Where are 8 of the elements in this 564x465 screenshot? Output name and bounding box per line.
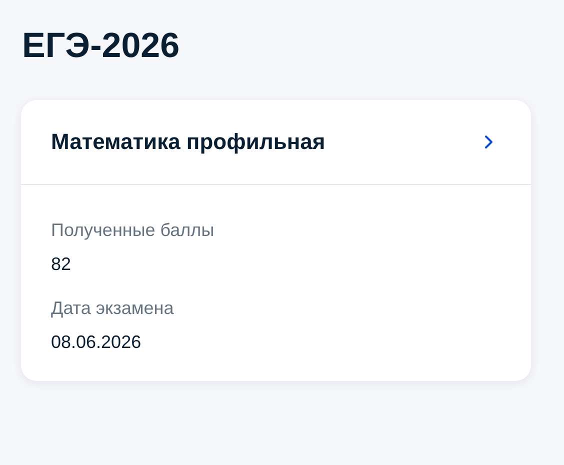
page-title: ЕГЭ-2026: [22, 25, 181, 67]
card-header[interactable]: Математика профильная: [21, 100, 531, 185]
subject-title: Математика профильная: [51, 129, 326, 155]
field-label: Дата экзамена: [51, 297, 175, 319]
chevron-right-icon: [483, 135, 495, 149]
field-value: 82: [51, 253, 72, 275]
field-value: 08.06.2026: [51, 331, 142, 353]
field-label: Полученные баллы: [51, 219, 216, 241]
